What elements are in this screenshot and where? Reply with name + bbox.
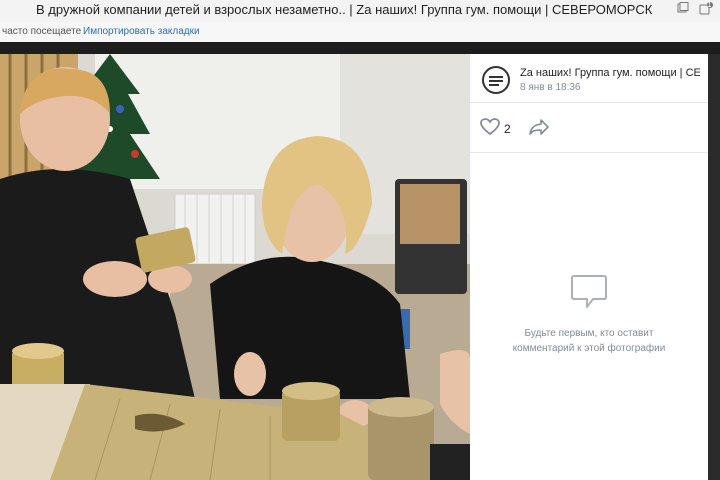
post-actions: 2 bbox=[470, 110, 708, 152]
comment-bubble-icon bbox=[571, 275, 607, 308]
empty-comments-line1: Будьте первым, кто оставит bbox=[524, 328, 654, 339]
empty-comments-line2: комментарий к этой фотографии bbox=[512, 343, 666, 354]
avatar-logo bbox=[489, 76, 503, 86]
window-title: В дружной компании детей и взрослых неза… bbox=[36, 2, 653, 17]
share-button[interactable] bbox=[528, 118, 552, 142]
heart-icon bbox=[480, 118, 500, 136]
post-date[interactable]: 8 янв в 18:36 bbox=[520, 82, 580, 93]
browser-page-icon[interactable] bbox=[676, 2, 690, 16]
empty-comments: Будьте первым, кто оставит комментарий к… bbox=[470, 272, 708, 356]
browser-titlebar: В дружной компании детей и взрослых неза… bbox=[0, 0, 720, 22]
divider bbox=[470, 152, 708, 153]
viewer-scroll-strip[interactable] bbox=[708, 54, 720, 480]
bookmarks-bar: часто посещаете Импортировать закладки bbox=[0, 22, 720, 43]
group-avatar[interactable] bbox=[482, 66, 510, 94]
viewer-close-area[interactable] bbox=[676, 46, 698, 54]
import-bookmarks-link[interactable]: Импортировать закладки bbox=[83, 26, 200, 37]
group-name-link[interactable]: Zа наших! Группа гум. помощи | СЕ... bbox=[520, 67, 700, 79]
like-button[interactable]: 2 bbox=[480, 118, 530, 142]
photo-illustration bbox=[0, 54, 470, 480]
tab-count-badge: 1 bbox=[707, 0, 712, 9]
post-info-panel: Zа наших! Группа гум. помощи | СЕ... 8 я… bbox=[470, 54, 708, 480]
often-visited-label[interactable]: часто посещаете bbox=[2, 26, 81, 37]
post-photo[interactable] bbox=[0, 54, 470, 480]
share-icon bbox=[529, 119, 549, 135]
divider bbox=[470, 102, 708, 103]
like-count: 2 bbox=[504, 122, 511, 136]
